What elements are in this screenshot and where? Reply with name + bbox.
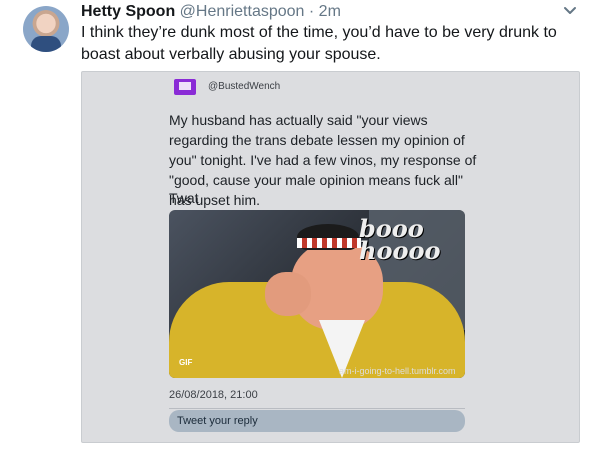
handle[interactable]: @Henriettaspoon [180, 3, 305, 20]
gif-hat-band [297, 238, 361, 248]
gif-hand [265, 272, 311, 316]
embedded-screenshot[interactable]: @BustedWench My husband has actually sai… [81, 71, 580, 443]
reply-marker [215, 442, 218, 443]
timestamp-relative[interactable]: 2m [319, 3, 341, 20]
avatar[interactable] [23, 6, 69, 52]
gif-credit: am-i-going-to-hell.tumblr.com [339, 366, 456, 376]
quoted-tweet-extra: Twat [169, 190, 199, 206]
quoted-timestamp: 26/08/2018, 21:00 [169, 389, 258, 401]
avatar-shirt [31, 36, 61, 52]
separator: · [308, 3, 315, 20]
gif-media[interactable]: booo hoooo GIF am-i-going-to-hell.tumblr… [169, 210, 465, 378]
reply-input[interactable]: Tweet your reply [169, 410, 465, 432]
divider [169, 408, 465, 409]
quoted-avatar [174, 79, 196, 95]
tweet-header: Hetty Spoon @Henriettaspoon · 2m [81, 2, 341, 22]
quoted-tweet-text: My husband has actually said "your views… [169, 112, 477, 208]
gif-badge: GIF [179, 358, 193, 367]
gif-overlay-text: booo hoooo [359, 214, 441, 265]
display-name[interactable]: Hetty Spoon [81, 3, 175, 20]
quoted-handle: @BustedWench [208, 81, 281, 92]
chevron-down-icon[interactable] [562, 3, 578, 19]
tweet-text: I think they’re dunk most of the time, y… [81, 24, 557, 63]
